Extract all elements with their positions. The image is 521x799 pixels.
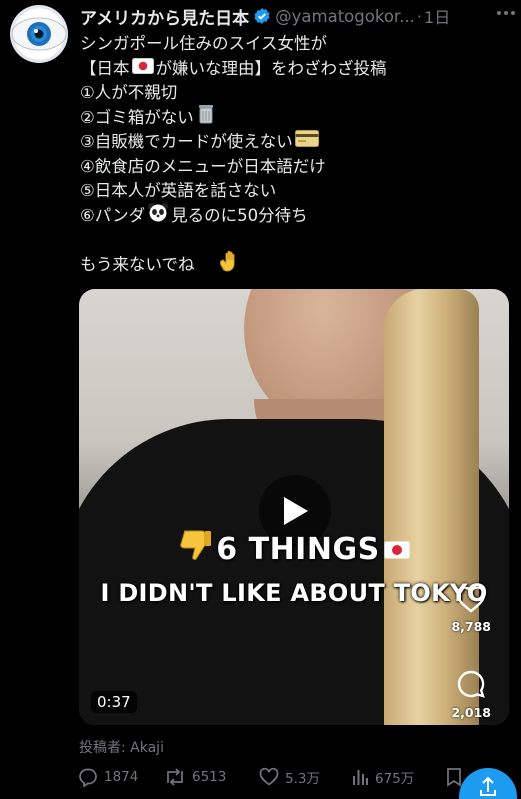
credit-card-icon — [294, 130, 319, 155]
tweet-text: シンガポール住みのスイス女性が 【日本 が嫌いな理由】をわざわざ投稿 ①人が不親… — [80, 32, 500, 277]
japan-flag-icon — [384, 532, 410, 567]
like-button[interactable]: 5.3万 — [259, 767, 351, 787]
video-like-button[interactable]: 8,788 — [451, 587, 491, 634]
more-dots-icon[interactable] — [493, 3, 519, 23]
avatar[interactable] — [10, 5, 68, 63]
tweet-header: アメリカから見た日本 @yamatogokor... · 1日 — [80, 4, 513, 29]
display-name[interactable]: アメリカから見た日本 — [80, 4, 249, 29]
list-item: ②ゴミ箱がない — [80, 103, 500, 133]
retweet-icon — [167, 768, 183, 786]
video-player[interactable]: 6 THINGS I DIDN'T LIKE ABOUT TOKYO 8,788… — [79, 289, 509, 725]
timestamp[interactable]: 1日 — [424, 4, 450, 28]
text-line-1: シンガポール住みのスイス女性が — [80, 34, 328, 53]
media-attribution[interactable]: 投稿者: Akaji — [79, 737, 164, 757]
heart-icon — [457, 587, 486, 613]
list-item: ④飲食店のメニューが日本語だけ — [80, 156, 326, 176]
separator-dot: · — [416, 6, 423, 26]
heart-icon — [259, 767, 279, 786]
text-line-2: 【日本 が嫌いな理由】をわざわざ投稿 — [80, 57, 500, 82]
video-like-count: 8,788 — [451, 619, 491, 634]
reply-count: 1874 — [104, 769, 139, 785]
eye-icon — [11, 17, 67, 51]
video-overlay-subtitle: I DIDN'T LIKE ABOUT TOKYO — [100, 579, 488, 607]
view-count: 675万 — [375, 771, 415, 787]
user-handle[interactable]: @yamatogokor... — [275, 7, 415, 26]
video-overlay-title: 6 THINGS — [79, 529, 509, 569]
share-icon — [480, 776, 496, 796]
video-comment-count: 2,018 — [451, 705, 491, 720]
video-hair — [384, 289, 479, 725]
list-item: ⑤日本人が英語を話さない — [80, 181, 277, 200]
thumbs-down-icon — [178, 529, 212, 569]
retweet-count: 6513 — [192, 769, 227, 785]
reply-icon — [79, 768, 97, 787]
analytics-icon — [353, 770, 368, 785]
action-bar: 1874 6513 5.3万 675万 — [78, 765, 521, 789]
list-item: ③自販機でカードが使えない — [80, 130, 500, 155]
play-icon — [284, 497, 308, 525]
retweet-button[interactable]: 6513 — [164, 767, 259, 787]
trash-can-icon — [196, 103, 216, 133]
waving-hand-icon — [217, 249, 241, 281]
bookmark-icon — [447, 768, 461, 787]
video-comment-button[interactable]: 2,018 — [451, 669, 491, 720]
japan-flag-icon — [131, 57, 154, 82]
closing-line: もう来ないでね — [80, 250, 500, 278]
reply-button[interactable]: 1874 — [78, 767, 164, 787]
comment-icon — [458, 670, 486, 698]
like-count: 5.3万 — [285, 771, 320, 787]
verified-badge-icon — [253, 7, 271, 25]
list-item: ①人が不親切 — [80, 83, 178, 102]
list-item: ⑥パンダ 見るのに50分待ち — [80, 202, 500, 230]
views-button[interactable]: 675万 — [351, 767, 446, 787]
video-duration: 0:37 — [91, 691, 137, 713]
tweet-page: アメリカから見た日本 @yamatogokor... · 1日 シンガポール住み… — [0, 0, 521, 799]
panda-icon — [147, 202, 169, 230]
